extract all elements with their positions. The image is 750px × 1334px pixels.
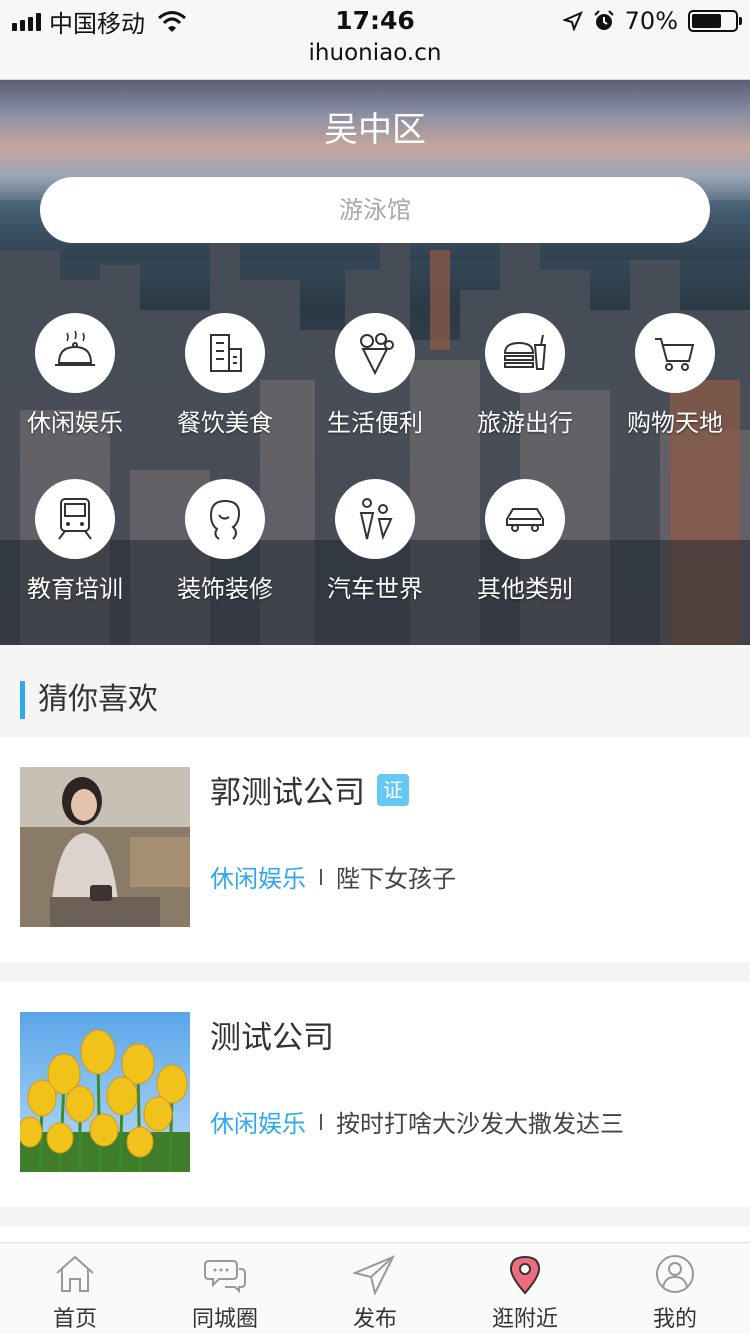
listing-name-text: 郭测试公司 (210, 775, 365, 811)
listing-meta: 休闲娱乐 按时打啥大沙发大撒发达三 (210, 1104, 624, 1139)
battery-icon (688, 10, 742, 32)
category-education[interactable]: 教育培训 (0, 479, 150, 604)
search-input[interactable]: 游泳馆 (40, 177, 710, 243)
meta-divider (320, 868, 322, 885)
listing-thumbnail (20, 1012, 190, 1172)
tab-home[interactable]: 首页 (0, 1243, 150, 1334)
listing-thumbnail (20, 767, 190, 927)
listing-card-partial (0, 1227, 750, 1242)
tab-label: 我的 (652, 1307, 697, 1332)
listing-card[interactable]: 郭测试公司 证 休闲娱乐 陛下女孩子 (0, 737, 750, 962)
category-label: 旅游出行 (477, 409, 573, 437)
train-icon (35, 479, 115, 559)
chat-icon (204, 1260, 246, 1294)
location-arrow-icon (562, 11, 583, 31)
alarm-icon (593, 10, 614, 30)
category-food[interactable]: 餐饮美食 (150, 313, 300, 438)
hair-salon-icon (185, 479, 265, 559)
profile-icon (656, 1255, 694, 1293)
category-label: 购物天地 (627, 409, 723, 437)
status-right: 70% (562, 6, 742, 36)
category-label: 生活便利 (327, 409, 423, 437)
send-icon (351, 1255, 396, 1296)
car-icon (485, 479, 565, 559)
url-label[interactable]: ihuoniao.cn (0, 40, 750, 66)
category-label: 其他类别 (477, 575, 573, 603)
tab-label: 同城圈 (191, 1307, 258, 1332)
battery-percent: 70% (624, 7, 678, 35)
home-icon (56, 1255, 94, 1292)
category-label: 汽车世界 (327, 575, 423, 603)
location-pin-icon (509, 1255, 541, 1295)
cart-icon (635, 313, 715, 393)
status-bar: 中国移动 17:46 70% ihuoniao.cn (0, 0, 750, 80)
verified-badge: 证 (377, 773, 409, 806)
hero-banner: 吴中区 游泳馆 休闲娱乐 餐饮美食 生活便利 旅游出行 购物天地 教育培训 装饰… (0, 80, 750, 645)
listing-meta: 休闲娱乐 陛下女孩子 (210, 859, 456, 894)
category-label: 教育培训 (27, 575, 123, 603)
people-icon (335, 479, 415, 559)
ice-cream-icon (335, 313, 415, 393)
recommend-section-header: 猜你喜欢 (0, 645, 750, 737)
tab-label: 逛附近 (491, 1307, 558, 1332)
listing-name: 郭测试公司 证 (210, 767, 409, 812)
category-auto[interactable]: 汽车世界 (300, 479, 450, 604)
meta-divider (320, 1113, 322, 1130)
tab-mine[interactable]: 我的 (600, 1243, 750, 1334)
tab-publish[interactable]: 发布 (300, 1243, 450, 1334)
listing-description: 陛下女孩子 (336, 865, 456, 893)
category-label: 餐饮美食 (177, 409, 273, 437)
category-label: 装饰装修 (177, 575, 273, 603)
listing-name: 测试公司 (210, 1012, 334, 1057)
bottom-tab-bar: 首页 同城圈 发布 逛附近 我的 (0, 1242, 750, 1334)
burger-drink-icon (485, 313, 565, 393)
cloche-icon (35, 313, 115, 393)
listing-card[interactable]: 测试公司 休闲娱乐 按时打啥大沙发大撒发达三 (0, 982, 750, 1207)
listing-name-text: 测试公司 (210, 1020, 334, 1056)
category-leisure[interactable]: 休闲娱乐 (0, 313, 150, 438)
category-other[interactable]: 其他类别 (450, 479, 600, 604)
district-title[interactable]: 吴中区 (0, 102, 750, 151)
listing-category: 休闲娱乐 (210, 1110, 306, 1138)
category-travel[interactable]: 旅游出行 (450, 313, 600, 438)
category-label: 休闲娱乐 (27, 409, 123, 437)
listing-category: 休闲娱乐 (210, 865, 306, 893)
tab-city-circle[interactable]: 同城圈 (150, 1243, 300, 1334)
section-title: 猜你喜欢 (38, 682, 158, 717)
tab-nearby[interactable]: 逛附近 (450, 1243, 600, 1334)
building-icon (185, 313, 265, 393)
category-life[interactable]: 生活便利 (300, 313, 450, 438)
tab-label: 首页 (52, 1307, 97, 1332)
section-accent-bar (20, 681, 25, 719)
tab-label: 发布 (352, 1307, 397, 1332)
category-shopping[interactable]: 购物天地 (600, 313, 750, 438)
category-decoration[interactable]: 装饰装修 (150, 479, 300, 604)
listing-description: 按时打啥大沙发大撒发达三 (336, 1110, 624, 1138)
